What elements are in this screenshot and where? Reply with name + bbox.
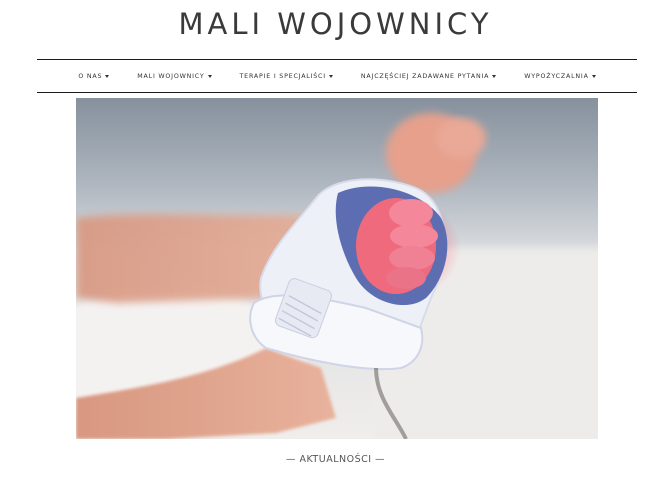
- nav-item-faq[interactable]: NAJCZĘŚCIEJ ZADAWANE PYTANIA: [347, 73, 510, 80]
- nav-item-terapie[interactable]: TERAPIE I SPECJALIŚCI: [226, 73, 347, 80]
- caret-down-icon: [492, 74, 497, 78]
- nav-item-label: WYPOŻYCZALNIA: [524, 72, 589, 80]
- nav-item-o-nas[interactable]: O NAS: [64, 73, 123, 80]
- caret-down-icon: [328, 74, 333, 78]
- site-title[interactable]: MALI WOJOWNICY: [0, 4, 671, 44]
- main-navigation: O NAS MALI WOJOWNICY TERAPIE I SPECJALIŚ…: [37, 59, 637, 93]
- caret-down-icon: [105, 74, 110, 78]
- nav-item-label: O NAS: [78, 72, 103, 80]
- nav-item-label: NAJCZĘŚCIEJ ZADAWANE PYTANIA: [360, 72, 490, 80]
- baby-foot-photo: [76, 98, 598, 439]
- nav-item-label: TERAPIE I SPECJALIŚCI: [239, 72, 326, 80]
- nav-item-wypozyczalnia[interactable]: WYPOŻYCZALNIA: [510, 73, 609, 80]
- caret-down-icon: [207, 74, 212, 78]
- nav-item-label: MALI WOJOWNICY: [137, 72, 205, 80]
- nav-item-mali-wojownicy[interactable]: MALI WOJOWNICY: [123, 73, 225, 80]
- caret-down-icon: [591, 74, 596, 78]
- hero-image: [76, 98, 598, 439]
- section-title-aktualnosci: — AKTUALNOŚCI —: [285, 454, 386, 465]
